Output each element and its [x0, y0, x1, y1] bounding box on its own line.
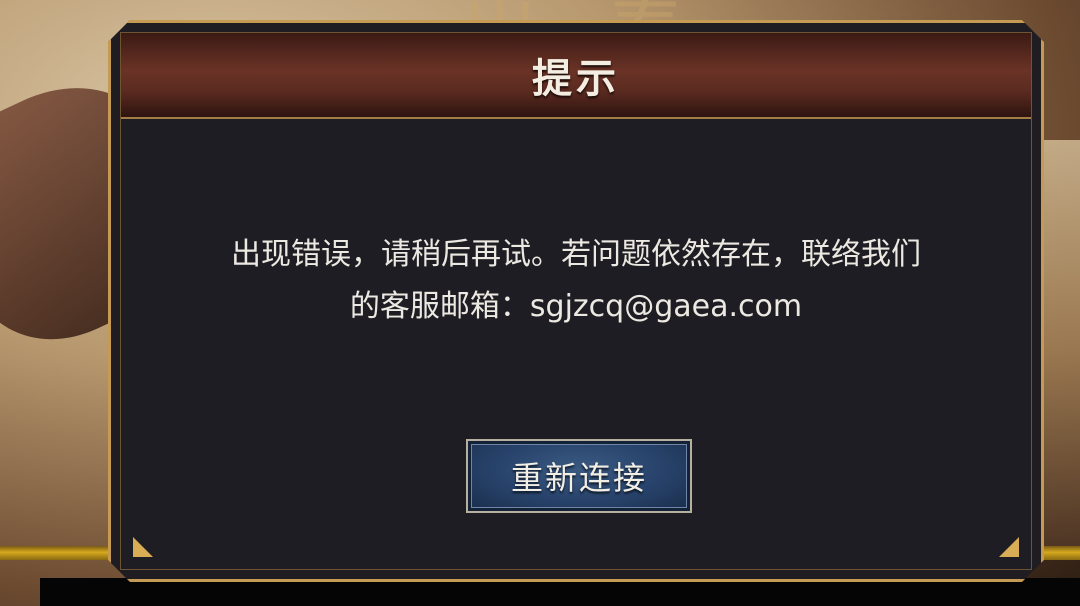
error-message-line-2: 的客服邮箱：sgjzcq@gaea.com — [349, 289, 803, 324]
error-message-line-1: 出现错误，请稍后再试。若问题依然存在，联络我们 — [231, 237, 921, 272]
game-scene: 出 奉 提示 出现错误，请稍后再试。若问题依然存在，联络我们 的客服邮箱：sgj… — [0, 0, 1080, 606]
bottom-black-bar — [40, 578, 1080, 606]
corner-ornament-bottom-right-icon — [999, 537, 1019, 557]
dialog-title: 提示 — [532, 56, 620, 102]
dialog-gold-frame: 提示 出现错误，请稍后再试。若问题依然存在，联络我们 的客服邮箱：sgjzcq@… — [108, 20, 1044, 582]
reconnect-button-label: 重新连接 — [510, 459, 647, 497]
error-dialog: 提示 出现错误，请稍后再试。若问题依然存在，联络我们 的客服邮箱：sgjzcq@… — [108, 20, 1044, 582]
corner-ornament-bottom-left-icon — [133, 537, 153, 557]
dialog-panel: 提示 出现错误，请稍后再试。若问题依然存在，联络我们 的客服邮箱：sgjzcq@… — [120, 32, 1032, 570]
dialog-header: 提示 — [121, 33, 1031, 119]
reconnect-button[interactable]: 重新连接 — [466, 439, 692, 513]
error-message: 出现错误，请稍后再试。若问题依然存在，联络我们 的客服邮箱：sgjzcq@gae… — [161, 229, 991, 333]
